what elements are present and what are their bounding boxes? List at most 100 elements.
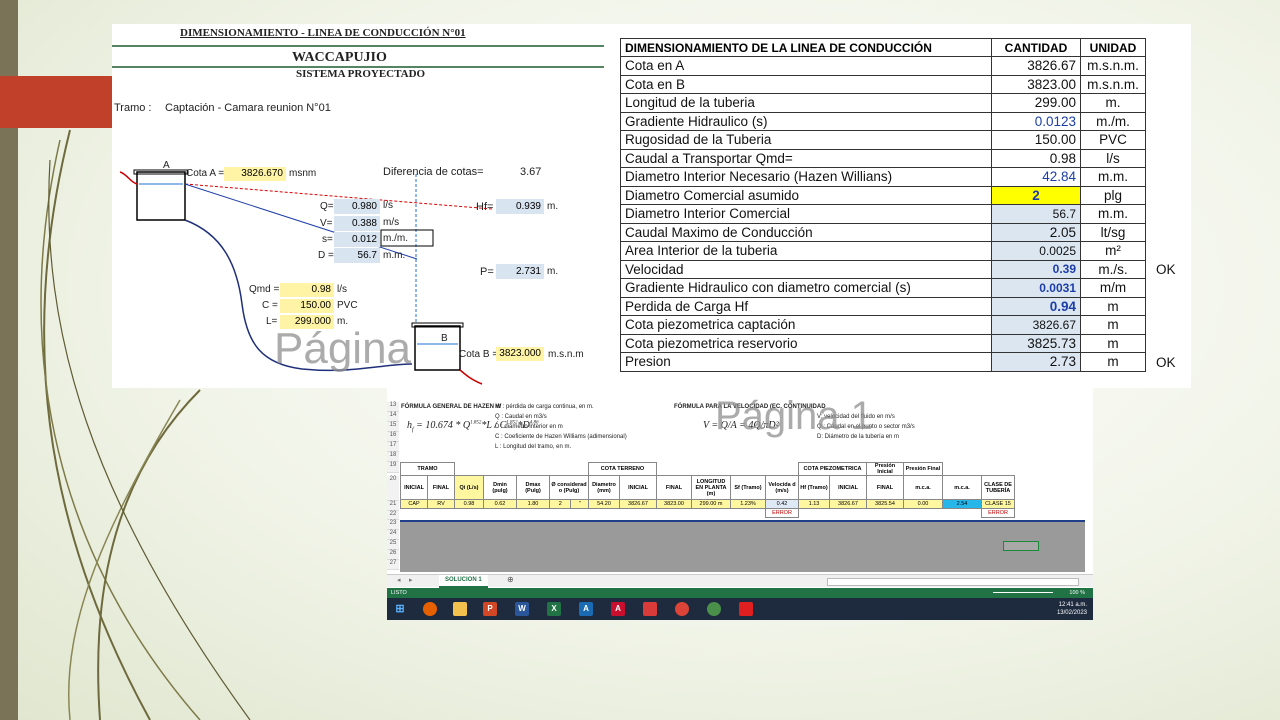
cell[interactable]: 3826.67 (619, 499, 657, 509)
cell[interactable]: RV (427, 499, 455, 509)
cell[interactable]: 3825.54 (866, 499, 904, 509)
row-label: Caudal a Transportar Qmd= (620, 148, 992, 168)
row-unit: m.m. (1080, 167, 1146, 187)
p-value: 2.731 (496, 264, 544, 279)
autocad-civil-icon[interactable]: A (579, 602, 593, 616)
row-unit: PVC (1080, 130, 1146, 150)
cell[interactable]: 0.00 (903, 499, 943, 509)
c-description: C : Coeficiente de Hazen Williams (adime… (495, 434, 627, 440)
cell[interactable]: 299.00 m (691, 499, 731, 509)
col-header: INICIAL (619, 475, 657, 500)
windows-start-icon[interactable]: ⊞ (393, 602, 407, 616)
error-cell: ERROR (981, 508, 1015, 518)
zoom-slider[interactable] (993, 592, 1053, 593)
zoom-level[interactable]: 100 % (1069, 588, 1085, 598)
add-sheet-icon[interactable]: ⊕ (507, 575, 514, 584)
row-number: 14 (387, 412, 399, 422)
word-icon[interactable]: W (515, 602, 529, 616)
row-unit: m (1080, 352, 1146, 372)
row-qty: 0.39 (991, 259, 1081, 279)
cell[interactable]: 0.62 (483, 499, 517, 509)
chrome-profile-icon[interactable] (707, 602, 721, 616)
row-number: 20 (387, 476, 399, 501)
row-number: 13 (387, 402, 399, 412)
row-unit: lt/sg (1080, 222, 1146, 242)
row-label: Cota piezometrica reservorio (620, 333, 992, 353)
hf-value: 0.939 (496, 199, 544, 214)
cota-a-label: Cota A = (186, 168, 225, 179)
dim-header-description: DIMENSIONAMIENTO DE LA LINEA DE CONDUCCI… (620, 38, 992, 57)
row-unit: m.m. (1080, 204, 1146, 224)
dimension-table: DIMENSIONAMIENTO DE LA LINEA DE CONDUCCI… (620, 38, 1146, 372)
cell[interactable]: 0.42 (765, 499, 799, 509)
row-unit: l/s (1080, 148, 1146, 168)
cell[interactable]: 2.54 (942, 499, 982, 509)
row-qty: 2.05 (991, 222, 1081, 242)
autocad-icon[interactable]: A (611, 602, 625, 616)
cell[interactable]: 1.80 (516, 499, 550, 509)
row-unit: m² (1080, 241, 1146, 261)
row-label: Caudal Maximo de Conducción (620, 222, 992, 242)
col-header: CLASE DE TUBERÍA (981, 475, 1015, 500)
cell[interactable]: 0.98 (454, 499, 484, 509)
d-description: D : diámetro interior en m (495, 424, 563, 430)
group-header-cota-terreno: COTA TERRENO (588, 462, 657, 476)
row-label: Longitud de la tuberia (620, 93, 992, 113)
table-row: Cota en B 3823.00 m.s.n.m. (620, 74, 1146, 94)
clock-time: 12:41 a.m. (1058, 602, 1087, 608)
chrome-icon[interactable] (675, 602, 689, 616)
excel-icon[interactable]: X (547, 602, 561, 616)
table-row: CAP RV 0.98 0.62 1.80 2 " 54.20 3826.67 … (400, 499, 1015, 509)
col-header: Sf (Tramo) (730, 475, 766, 500)
node-a-label: A (163, 160, 170, 171)
page-watermark: Página (274, 324, 412, 373)
excel-screenshot: 13 14 15 16 17 18 19 20 21 22 23 24 25 2… (387, 388, 1093, 620)
c-unit: PVC (337, 300, 358, 311)
system-clock[interactable]: 12:41 a.m. 13/02/2023 (1057, 601, 1087, 617)
cell[interactable]: CAP (400, 499, 428, 509)
c-label: C = (262, 300, 278, 311)
row-label: Perdida de Carga Hf (620, 296, 992, 316)
tab-solucion-1[interactable]: SOLUCION 1 (439, 575, 488, 588)
table-row: Diametro Interior Comercial 56.7 m.m. (620, 204, 1146, 224)
pdf-reader-icon[interactable] (739, 602, 753, 616)
cell[interactable]: 2 (548, 499, 572, 509)
powerpoint-icon[interactable]: P (483, 602, 497, 616)
conduction-diagram: DIMENSIONAMIENTO - LINEA DE CONDUCCIÓN N… (112, 24, 612, 388)
table-row: Gradiente Hidraulico (s) 0.0123 m./m. (620, 111, 1146, 131)
cell[interactable]: 3826.67 (829, 499, 867, 509)
col-header: Ø considerad o (Pulg) (549, 475, 589, 500)
formula-title: FÓRMULA GENERAL DE HAZEN W (401, 404, 502, 410)
row-qty: 0.0123 (991, 111, 1081, 131)
diff-value: 3.67 (520, 166, 542, 178)
table-row: Rugosidad de la Tuberia 150.00 PVC (620, 130, 1146, 150)
row-qty: 3825.73 (991, 333, 1081, 353)
q-value: 0.980 (334, 199, 380, 214)
next-sheet-icon[interactable]: ▸ (409, 576, 413, 584)
file-explorer-icon[interactable] (453, 602, 467, 616)
cell[interactable]: " (570, 499, 589, 509)
status-bar: LISTO 100 % (387, 588, 1093, 598)
top-screenshot: DIMENSIONAMIENTO - LINEA DE CONDUCCIÓN N… (112, 24, 1191, 388)
s-unit: m./m. (383, 233, 408, 244)
cell[interactable]: 1.23% (730, 499, 766, 509)
col-header: FINAL (866, 475, 904, 500)
selected-cell[interactable] (1003, 541, 1039, 551)
row-label: Rugosidad de la Tuberia (620, 130, 992, 150)
cell[interactable]: 1.13 (798, 499, 830, 509)
firefox-icon[interactable] (423, 602, 437, 616)
revit-icon[interactable] (643, 602, 657, 616)
cell[interactable]: 3823.00 (656, 499, 692, 509)
prev-sheet-icon[interactable]: ◂ (397, 576, 401, 584)
cell[interactable]: CLASE 15 (981, 499, 1015, 509)
row-number: 27 (387, 560, 399, 570)
status-text: LISTO (391, 590, 407, 596)
d-value: 56.7 (334, 248, 380, 263)
row-label: Diametro Comercial asumido (620, 185, 992, 205)
slide-accent-bar (0, 76, 112, 128)
horizontal-scrollbar[interactable] (827, 578, 1079, 586)
table-row: Longitud de la tuberia 299.00 m. (620, 93, 1146, 113)
cell[interactable]: 54.20 (588, 499, 620, 509)
row-number: 18 (387, 452, 399, 462)
gray-sheet-area (400, 520, 1085, 572)
